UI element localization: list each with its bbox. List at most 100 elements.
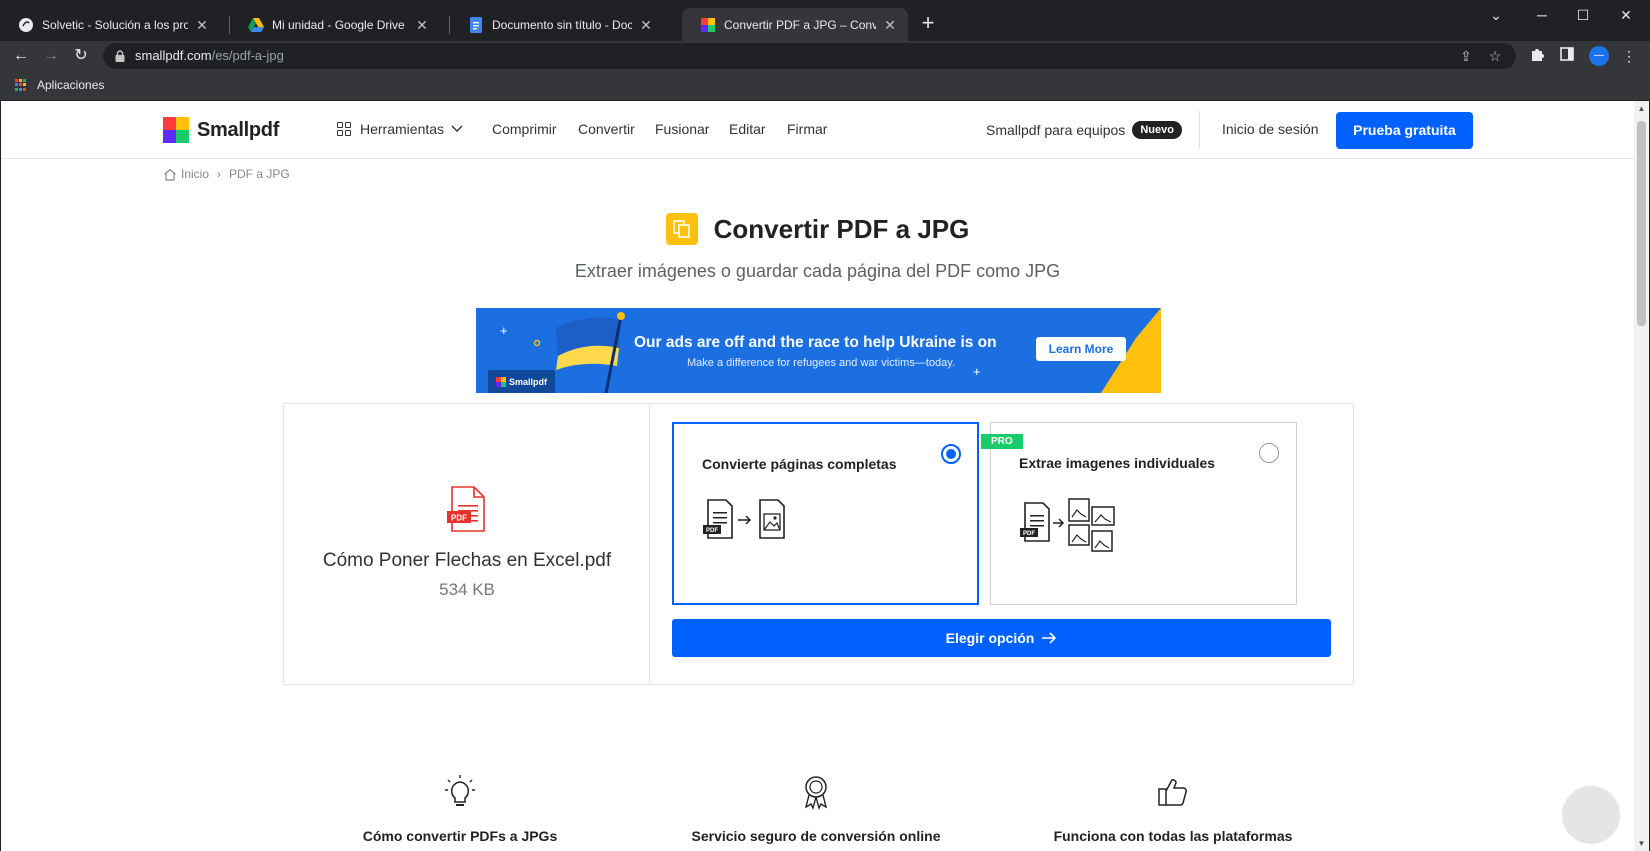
close-window-button[interactable]: ✕ bbox=[1603, 4, 1649, 26]
svg-text:PDF: PDF bbox=[1023, 531, 1035, 537]
nav-edit[interactable]: Editar bbox=[729, 121, 766, 137]
browser-toolbar: ← → ↻ smallpdf.com/es/pdf-a-jpg ⇪ ☆ — ⋮ bbox=[0, 41, 1650, 71]
lock-icon bbox=[115, 50, 125, 62]
forward-button[interactable]: → bbox=[40, 45, 62, 67]
browser-tab[interactable]: Documento sin título - Document ✕ bbox=[450, 8, 664, 41]
option-extract-images[interactable]: PRO Extrae imagenes individuales PDF bbox=[981, 422, 1297, 605]
url-text: smallpdf.com/es/pdf-a-jpg bbox=[135, 48, 284, 63]
nav-tools-label: Herramientas bbox=[360, 121, 445, 137]
feature-text: Cómo convertir PDFs a JPGs bbox=[362, 828, 558, 844]
scroll-up-arrow-icon[interactable]: ▲ bbox=[1637, 104, 1646, 113]
address-bar[interactable]: smallpdf.com/es/pdf-a-jpg ⇪ ☆ bbox=[103, 43, 1516, 69]
file-panel: PDF Cómo Poner Flechas en Excel.pdf 534 … bbox=[284, 404, 650, 684]
site-header: Smallpdf Herramientas Comprimir Converti… bbox=[1, 101, 1634, 159]
teams-label: Smallpdf para equipos bbox=[986, 122, 1126, 138]
web-page: Smallpdf Herramientas Comprimir Converti… bbox=[1, 101, 1634, 851]
url-path: /es/pdf-a-jpg bbox=[211, 48, 284, 63]
browser-tab[interactable]: Mi unidad - Google Drive ✕ bbox=[230, 8, 440, 41]
page-title-row: Convertir PDF a JPG bbox=[1, 213, 1634, 245]
extensions-puzzle-icon[interactable] bbox=[1527, 46, 1547, 66]
nav-sign[interactable]: Firmar bbox=[787, 121, 827, 137]
svg-text:+: + bbox=[973, 364, 981, 379]
breadcrumb-separator: › bbox=[217, 167, 222, 181]
thumbs-up-icon bbox=[1023, 774, 1323, 810]
smallpdf-logo-icon bbox=[163, 117, 189, 143]
bookmark-star-icon[interactable]: ☆ bbox=[1486, 47, 1504, 65]
radio-selected[interactable] bbox=[941, 444, 961, 464]
page-scrollbar[interactable]: ▲ ▼ bbox=[1634, 101, 1649, 851]
minimize-button[interactable]: ─ bbox=[1519, 4, 1565, 26]
share-icon[interactable]: ⇪ bbox=[1457, 47, 1475, 65]
bookmark-label: Aplicaciones bbox=[37, 78, 105, 92]
svg-text:PDF: PDF bbox=[706, 528, 718, 534]
close-icon[interactable]: ✕ bbox=[882, 17, 898, 33]
file-size: 534 KB bbox=[439, 580, 495, 599]
scrollbar-thumb[interactable] bbox=[1637, 121, 1646, 326]
option-label: Convierte páginas completas bbox=[702, 456, 897, 472]
pdf-icon-label: PDF bbox=[451, 514, 467, 523]
choose-option-label: Elegir opción bbox=[945, 630, 1035, 646]
award-ribbon-icon bbox=[666, 774, 966, 810]
page-title: Convertir PDF a JPG bbox=[713, 213, 970, 244]
nav-compress[interactable]: Comprimir bbox=[492, 121, 557, 137]
smallpdf-icon bbox=[700, 17, 716, 33]
nav-tools-dropdown[interactable]: Herramientas bbox=[337, 121, 463, 137]
feature-secure: Servicio seguro de conversión online bbox=[666, 774, 966, 844]
nav-teams[interactable]: Smallpdf para equipos Nuevo bbox=[986, 121, 1182, 139]
option-label: Extrae imagenes individuales bbox=[1019, 455, 1216, 471]
browser-tab-active[interactable]: Convertir PDF a JPG – Convierte ✕ bbox=[682, 8, 908, 41]
breadcrumb-home[interactable]: Inicio bbox=[181, 167, 209, 181]
choose-option-button[interactable]: Elegir opción bbox=[672, 619, 1331, 657]
banner-smallpdf-logo: Smallpdf bbox=[488, 370, 556, 393]
new-badge: Nuevo bbox=[1132, 121, 1182, 139]
chevron-down-icon bbox=[451, 125, 463, 132]
profile-avatar[interactable]: — bbox=[1589, 46, 1609, 66]
banner-headline: Our ads are off and the race to help Ukr… bbox=[634, 334, 997, 351]
maximize-button[interactable]: ☐ bbox=[1560, 4, 1606, 26]
google-drive-icon bbox=[248, 17, 264, 33]
minimize-window-icon[interactable]: ⌄ bbox=[1473, 4, 1519, 26]
logo-text: Smallpdf bbox=[197, 118, 280, 141]
breadcrumb-current: PDF a JPG bbox=[229, 167, 290, 181]
browser-tabstrip: Solvetic - Solución a los problemas ✕ Mi… bbox=[0, 0, 1650, 41]
feature-platforms: Funciona con todas las plataformas bbox=[1023, 774, 1323, 844]
close-icon[interactable]: ✕ bbox=[194, 17, 210, 33]
reload-button[interactable]: ↻ bbox=[70, 45, 92, 67]
menu-dots-icon[interactable]: ⋮ bbox=[1619, 46, 1639, 66]
feature-text: Funciona con todas las plataformas bbox=[1053, 828, 1293, 844]
page-to-image-icon: PDF bbox=[703, 499, 785, 539]
browser-tab[interactable]: Solvetic - Solución a los problemas ✕ bbox=[0, 8, 220, 41]
close-icon[interactable]: ✕ bbox=[414, 17, 430, 33]
feature-how-to: Cómo convertir PDFs a JPGs bbox=[310, 774, 610, 844]
conversion-card: PDF Cómo Poner Flechas en Excel.pdf 534 … bbox=[283, 403, 1354, 685]
option-full-pages[interactable]: Convierte páginas completas PDF bbox=[672, 422, 979, 605]
pro-badge: PRO bbox=[981, 434, 1023, 449]
login-link[interactable]: Inicio de sesión bbox=[1222, 121, 1319, 137]
nav-convert[interactable]: Convertir bbox=[578, 121, 635, 137]
close-icon[interactable]: ✕ bbox=[638, 17, 654, 33]
page-subtitle: Extraer imágenes o guardar cada página d… bbox=[574, 261, 1061, 281]
banner-subtext: Make a difference for refugees and war v… bbox=[687, 357, 955, 369]
nav-merge[interactable]: Fusionar bbox=[655, 121, 709, 137]
smallpdf-logo[interactable]: Smallpdf bbox=[163, 117, 279, 143]
tab-title: Convertir PDF a JPG – Convierte bbox=[724, 17, 876, 32]
side-panel-icon[interactable] bbox=[1557, 46, 1577, 66]
url-host: smallpdf.com bbox=[135, 48, 212, 63]
back-button[interactable]: ← bbox=[10, 45, 32, 67]
ukraine-ad-banner[interactable]: + + Our ads are off and the race to help… bbox=[476, 308, 1161, 393]
bookmark-apps[interactable]: Aplicaciones bbox=[15, 78, 104, 92]
learn-more-button[interactable]: Learn More bbox=[1036, 337, 1126, 361]
new-tab-button[interactable]: + bbox=[917, 12, 939, 34]
svg-text:+: + bbox=[500, 323, 508, 338]
tab-title: Solvetic - Solución a los problemas bbox=[42, 17, 188, 32]
grid-icon bbox=[337, 122, 351, 136]
extract-images-icon: PDF bbox=[1020, 498, 1115, 552]
scroll-down-arrow-icon[interactable]: ▼ bbox=[1637, 839, 1646, 848]
pdf-to-jpg-icon bbox=[665, 213, 698, 245]
radio-unselected[interactable] bbox=[1259, 443, 1279, 463]
arrow-right-icon bbox=[1042, 632, 1057, 644]
free-trial-button[interactable]: Prueba gratuita bbox=[1336, 112, 1473, 149]
google-docs-icon bbox=[468, 16, 484, 33]
apps-grid-icon bbox=[15, 79, 27, 91]
home-icon bbox=[164, 168, 176, 181]
